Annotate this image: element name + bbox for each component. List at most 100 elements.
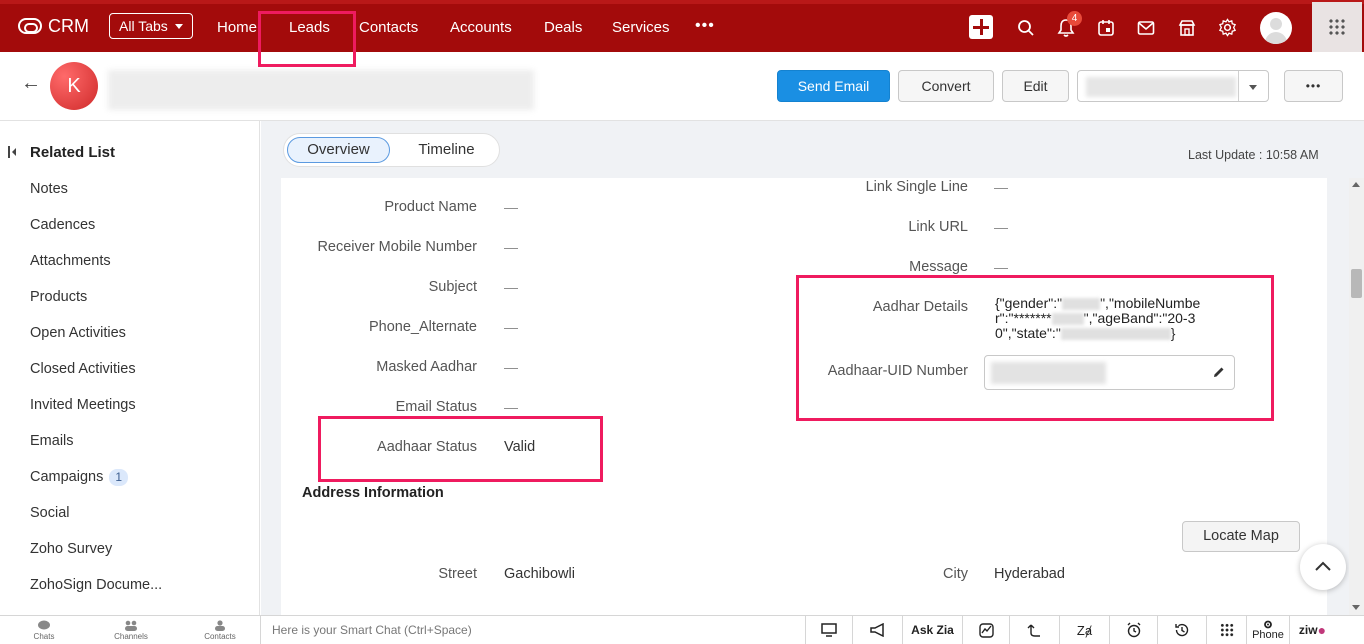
zoho-logo-icon — [18, 18, 42, 34]
app-name: CRM — [48, 15, 89, 36]
view-tabs: Overview Timeline — [283, 133, 500, 167]
back-arrow-icon[interactable]: ← — [21, 72, 41, 95]
phone-button[interactable]: Phone — [1246, 616, 1289, 644]
sidebar-item-products[interactable]: Products — [30, 289, 87, 305]
redacted-text — [1051, 313, 1084, 326]
json-part: } — [1170, 325, 1176, 341]
notification-count-badge: 4 — [1067, 11, 1082, 26]
tab-deals[interactable]: Deals — [544, 19, 582, 36]
field-label: Product Name — [384, 199, 477, 215]
sidebar-item-attachments[interactable]: Attachments — [30, 253, 111, 269]
field-value: — — [504, 359, 518, 375]
field-value: — — [504, 199, 518, 215]
field-label: Email Status — [395, 399, 477, 415]
marketplace-icon[interactable] — [1178, 19, 1196, 37]
mail-icon[interactable] — [1137, 20, 1155, 36]
dialpad-button[interactable] — [1206, 616, 1246, 644]
json-part: {"gender":" — [995, 295, 1063, 311]
related-list-sidebar: Related List Notes Cadences Attachments … — [0, 121, 260, 615]
history-button[interactable] — [1157, 616, 1206, 644]
calendar-icon[interactable] — [1097, 19, 1115, 37]
tab-leads[interactable]: Leads — [289, 19, 330, 36]
aadhaar-status-value[interactable]: Valid — [504, 439, 535, 455]
tab-overview[interactable]: Overview — [287, 137, 390, 163]
pencil-icon[interactable] — [1213, 366, 1225, 378]
chevron-up-icon — [1315, 561, 1331, 571]
megaphone-icon — [869, 623, 884, 637]
chat-bubble-icon — [38, 620, 50, 630]
announcement-button[interactable] — [852, 616, 902, 644]
select-value-redacted — [1086, 77, 1236, 97]
crm-logo[interactable]: CRM — [18, 16, 102, 37]
history-icon — [1175, 623, 1189, 637]
people-icon — [125, 620, 137, 631]
search-icon[interactable] — [1017, 19, 1035, 37]
smart-chat-input[interactable]: Here is your Smart Chat (Ctrl+Space) — [260, 616, 805, 644]
locate-map-button[interactable]: Locate Map — [1182, 521, 1300, 552]
select-divider — [1238, 71, 1239, 101]
dialpad-icon — [1219, 623, 1234, 637]
sidebar-item-zoho-survey[interactable]: Zoho Survey — [30, 541, 112, 557]
vertical-scrollbar[interactable] — [1349, 178, 1364, 615]
tab-home[interactable]: Home — [217, 19, 257, 36]
sidebar-item-cadences[interactable]: Cadences — [30, 217, 95, 233]
undo-button[interactable] — [1009, 616, 1059, 644]
convert-button[interactable]: Convert — [898, 70, 994, 102]
edit-button[interactable]: Edit — [1002, 70, 1069, 102]
aadhaar-uid-input[interactable] — [984, 355, 1235, 390]
activity-button[interactable] — [962, 616, 1009, 644]
scroll-to-top-button[interactable] — [1300, 544, 1346, 590]
translate-button[interactable]: Zⱥ — [1059, 616, 1109, 644]
collapse-sidebar-icon[interactable] — [8, 146, 16, 158]
street-label: Street — [438, 566, 477, 582]
sidebar-item-invited-meetings[interactable]: Invited Meetings — [30, 397, 136, 413]
contacts-button[interactable]: Contacts — [176, 616, 264, 644]
sidebar-item-open-activities[interactable]: Open Activities — [30, 325, 126, 341]
all-tabs-label: All Tabs — [119, 18, 168, 34]
aadhar-details-label: Aadhar Details — [872, 299, 968, 315]
last-update-text: Last Update : 10:58 AM — [1188, 148, 1319, 162]
apps-grid-button[interactable] — [1312, 2, 1362, 52]
record-header: ← K Send Email Convert Edit ••• — [0, 52, 1364, 121]
chats-button[interactable]: Chats — [0, 616, 88, 644]
all-tabs-dropdown[interactable]: All Tabs — [109, 13, 193, 39]
tab-services[interactable]: Services — [612, 19, 670, 36]
tab-timeline[interactable]: Timeline — [399, 137, 494, 163]
sidebar-item-zohosign-documents[interactable]: ZohoSign Docume... — [30, 577, 162, 593]
city-value: Hyderabad — [994, 566, 1065, 582]
related-list-title: Related List — [30, 144, 116, 161]
alarm-button[interactable] — [1109, 616, 1157, 644]
street-value: Gachibowli — [504, 566, 575, 582]
sidebar-item-emails[interactable]: Emails — [30, 433, 74, 449]
top-nav-bar: CRM All Tabs — [0, 0, 1364, 52]
scrollbar-thumb[interactable] — [1351, 269, 1362, 298]
chevron-down-icon — [1249, 85, 1257, 90]
tab-accounts[interactable]: Accounts — [450, 19, 512, 36]
chevron-down-icon — [174, 23, 183, 29]
sidebar-item-notes[interactable]: Notes — [30, 181, 68, 197]
tab-contacts[interactable]: Contacts — [359, 19, 418, 36]
aadhar-details-value[interactable]: {"gender":" ","mobileNumber":"******* ","a… — [995, 296, 1215, 341]
redacted-text — [1062, 298, 1101, 311]
alarm-clock-icon — [1127, 622, 1140, 638]
sidebar-item-social[interactable]: Social — [30, 505, 70, 521]
scroll-up-arrow-icon[interactable] — [1352, 182, 1360, 187]
scroll-down-arrow-icon[interactable] — [1352, 605, 1360, 610]
screen-share-button[interactable] — [805, 616, 852, 644]
channels-button[interactable]: Channels — [87, 616, 175, 644]
ask-zia-button[interactable]: Ask Zia — [902, 616, 962, 644]
gear-icon[interactable] — [1218, 18, 1237, 37]
more-actions-button[interactable]: ••• — [1284, 70, 1343, 102]
field-label: Masked Aadhar — [376, 359, 477, 375]
sidebar-item-closed-activities[interactable]: Closed Activities — [30, 361, 136, 377]
layout-select[interactable] — [1077, 70, 1269, 102]
ziwo-button[interactable]: ziw ● — [1289, 616, 1335, 644]
create-new-button[interactable] — [969, 15, 993, 39]
record-detail-area: Overview Timeline Last Update : 10:58 AM… — [261, 121, 1364, 615]
more-tabs-button[interactable]: ••• — [695, 17, 715, 35]
field-value: — — [504, 239, 518, 255]
user-avatar[interactable] — [1260, 12, 1292, 44]
sidebar-item-campaigns[interactable]: Campaigns 1 — [30, 469, 129, 486]
send-email-button[interactable]: Send Email — [777, 70, 890, 102]
field-value: — — [994, 259, 1008, 275]
